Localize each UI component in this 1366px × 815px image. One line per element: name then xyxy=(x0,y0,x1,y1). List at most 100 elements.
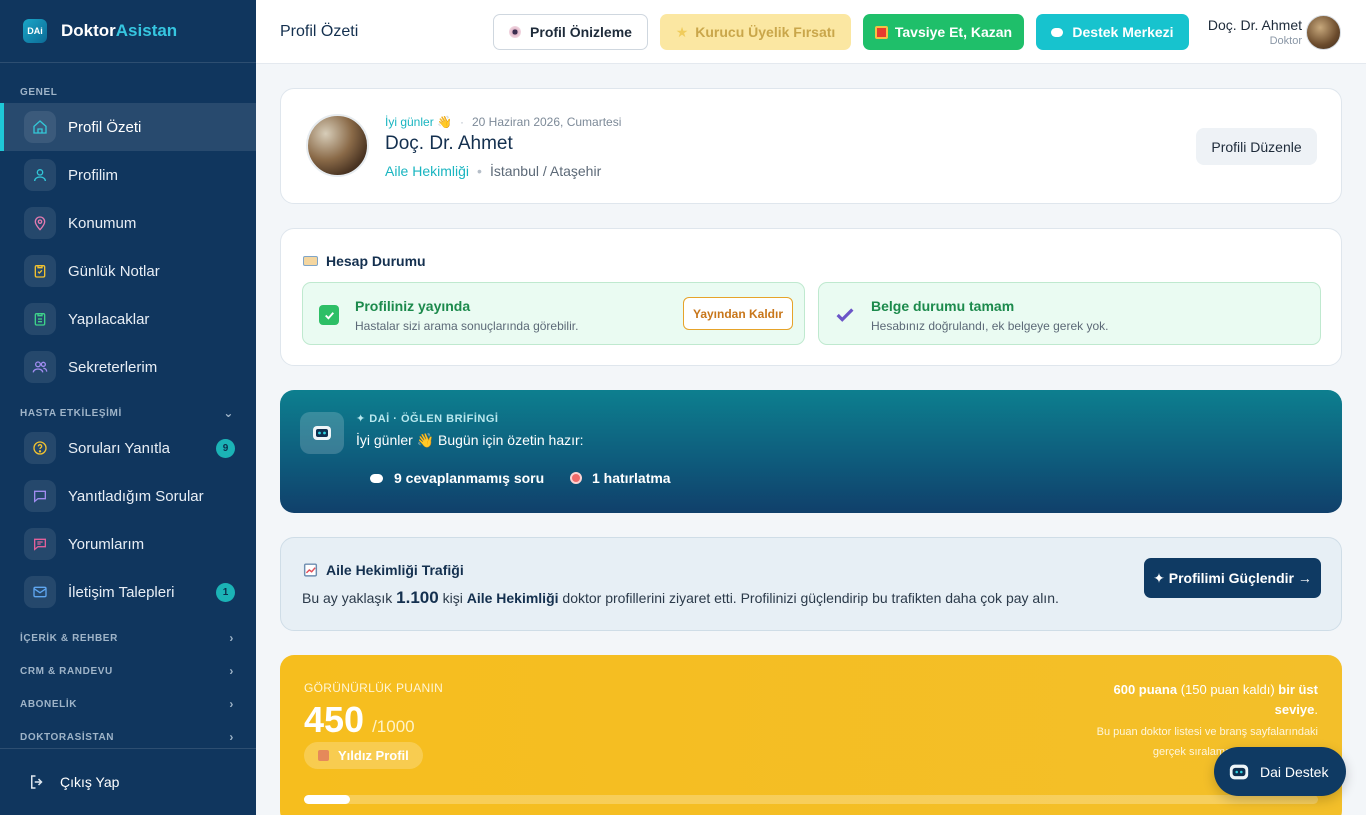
next-level-points: 600 puana xyxy=(1113,682,1178,697)
traffic-card: Aile Hekimliği Trafiği Bu ay yaklaşık 1.… xyxy=(280,537,1342,631)
clipboard-check-icon xyxy=(24,255,56,287)
sidebar-item-label: Profil Özeti xyxy=(68,118,142,136)
sidebar-item-label: Konumum xyxy=(68,214,137,232)
level-badge: Yıldız Profil xyxy=(304,742,423,769)
published-title: Profiliniz yayında xyxy=(355,298,471,314)
brand[interactable]: DAi DoktorAsistan xyxy=(0,0,256,63)
specialty: Aile Hekimliği xyxy=(385,163,470,179)
briefing-questions-stat[interactable]: 9 cevaplanmamış soru xyxy=(370,470,544,486)
date: 20 Haziran 2026, Cumartesi xyxy=(471,115,622,129)
avatar[interactable] xyxy=(1306,15,1341,50)
section-label: HASTA ETKİLEŞİMİ xyxy=(20,407,122,419)
documents-title: Belge durumu tamam xyxy=(871,298,1015,314)
robot-icon xyxy=(300,412,344,454)
score-label: GÖRÜNÜRLÜK PUANIN xyxy=(304,681,444,695)
score-progress-fill xyxy=(304,795,350,804)
strengthen-profile-button[interactable]: ✦ Profilimi Güçlendir → xyxy=(1144,558,1321,598)
account-status-title: Hesap Durumu xyxy=(326,253,426,269)
sidebar-item-yorumlarim[interactable]: Yorumlarım xyxy=(0,520,256,568)
brand-name-part1: Doktor xyxy=(61,21,116,40)
unread-count-badge: 9 xyxy=(216,438,235,458)
founder-membership-button[interactable]: ★ Kurucu Üyelik Fırsatı xyxy=(660,14,851,50)
logout-button[interactable]: Çıkış Yap xyxy=(0,748,256,815)
section-crm-randevu[interactable]: CRM & RANDEVU › xyxy=(0,664,256,678)
sidebar-item-sorulari-yanitla[interactable]: Soruları Yanıtla 9 xyxy=(0,424,256,472)
profile-card: İyi günler 👋 · 20 Haziran 2026, Cumartes… xyxy=(280,88,1342,204)
sidebar-item-yapilacaklar[interactable]: Yapılacaklar xyxy=(0,295,256,343)
next-level-text: 600 puana (150 puan kaldı) bir üst seviy… xyxy=(1113,682,1318,717)
brand-logo: DAi xyxy=(23,19,47,43)
section-hasta-etkilesimi[interactable]: HASTA ETKİLEŞİMİ ⌄ xyxy=(0,406,256,420)
account-status-header: Hesap Durumu xyxy=(303,253,426,269)
score-max: /1000 xyxy=(372,717,415,736)
topbar: Profil Özeti Profil Önizleme ★ Kurucu Üy… xyxy=(256,0,1366,64)
section-label: ABONELİK xyxy=(20,698,78,710)
mail-icon xyxy=(24,576,56,608)
score-progress-track xyxy=(304,795,1318,804)
doctor-name: Doç. Dr. Ahmet xyxy=(385,133,513,154)
stat-label: 9 cevaplanmamış soru xyxy=(394,470,545,486)
star-icon: ★ xyxy=(675,23,689,40)
score-value: 450 xyxy=(304,699,365,740)
location-pin-icon xyxy=(24,207,56,239)
chevron-right-icon: › xyxy=(229,664,234,678)
traffic-text-part: doktor profillerini ziyaret etti. Profil… xyxy=(558,590,1059,606)
section-icerik-rehber[interactable]: İÇERİK & REHBER › xyxy=(0,631,256,645)
sparkle-icon xyxy=(318,750,329,761)
button-label: Kurucu Üyelik Fırsatı xyxy=(695,24,836,40)
edit-profile-button[interactable]: Profili Düzenle xyxy=(1196,128,1317,165)
refer-earn-button[interactable]: Tavsiye Et, Kazan xyxy=(863,14,1024,50)
chevron-right-icon: › xyxy=(229,730,234,744)
sidebar-item-label: Profilim xyxy=(68,166,119,184)
profile-avatar xyxy=(306,114,369,177)
user-name: Doç. Dr. Ahmet xyxy=(1207,16,1302,33)
traffic-text-part: kişi xyxy=(438,590,467,606)
id-card-icon xyxy=(303,256,318,266)
profile-preview-button[interactable]: Profil Önizleme xyxy=(493,14,648,50)
sidebar-item-gunluk-notlar[interactable]: Günlük Notlar xyxy=(0,247,256,295)
sidebar-item-sekreterlerim[interactable]: Sekreterlerim xyxy=(0,343,256,391)
robot-icon xyxy=(1228,761,1250,783)
user-icon xyxy=(24,159,56,191)
unpublish-button[interactable]: Yayından Kaldır xyxy=(683,297,793,330)
sidebar-item-konumum[interactable]: Konumum xyxy=(0,199,256,247)
briefing-label: ✦ DAİ · ÖĞLEN BRİFİNGİ xyxy=(356,413,499,425)
sidebar-item-iletisim-talepleri[interactable]: İletişim Talepleri 1 xyxy=(0,568,256,616)
user-menu[interactable]: Doç. Dr. Ahmet Doktor xyxy=(1208,17,1302,47)
button-label: Destek Merkezi xyxy=(1072,24,1174,40)
sidebar-item-profilim[interactable]: Profilim xyxy=(0,151,256,199)
logout-icon xyxy=(28,773,46,791)
sidebar-item-label: Sekreterlerim xyxy=(68,358,158,376)
request-count-badge: 1 xyxy=(216,582,235,602)
sidebar-item-label: Yanıtladığım Sorular xyxy=(68,487,204,505)
support-center-button[interactable]: Destek Merkezi xyxy=(1036,14,1189,50)
published-desc: Hastalar sizi arama sonuçlarında görebil… xyxy=(355,319,579,333)
page-title: Profil Özeti xyxy=(280,22,359,40)
score-value-row: 450 /1000 xyxy=(304,699,415,741)
sidebar-item-label: İletişim Talepleri xyxy=(68,583,175,601)
section-label: İÇERİK & REHBER xyxy=(20,632,118,644)
sidebar-item-label: Yorumlarım xyxy=(68,535,145,553)
greeting: İyi günler 👋 xyxy=(385,115,452,129)
dai-support-button[interactable]: Dai Destek xyxy=(1214,747,1346,796)
button-label: Profil Önizleme xyxy=(530,24,632,40)
section-doktorasistan[interactable]: DOKTORASİSTAN › xyxy=(0,730,256,744)
location: İstanbul / Ataşehir xyxy=(489,163,602,179)
sidebar-item-yanitladigim-sorular[interactable]: Yanıtladığım Sorular xyxy=(0,472,256,520)
stat-label: 1 hatırlatma xyxy=(592,470,671,486)
logout-label: Çıkış Yap xyxy=(60,774,120,790)
sidebar-item-profil-ozeti[interactable]: Profil Özeti xyxy=(0,103,256,151)
check-square-icon xyxy=(319,305,339,325)
chart-up-icon xyxy=(303,563,318,577)
section-abonelik[interactable]: ABONELİK › xyxy=(0,697,256,711)
briefing-reminders-stat[interactable]: 1 hatırlatma xyxy=(570,470,671,486)
question-circle-icon xyxy=(24,432,56,464)
visibility-score-card: GÖRÜNÜRLÜK PUANIN 450 /1000 Yıldız Profi… xyxy=(280,655,1342,815)
briefing-text: İyi günler 👋 Bugün için özetin hazır: xyxy=(356,432,584,448)
briefing-card: ✦ DAİ · ÖĞLEN BRİFİNGİ İyi günler 👋 Bugü… xyxy=(280,390,1342,513)
traffic-text-part: Bu ay yaklaşık xyxy=(302,590,397,606)
gift-icon xyxy=(874,25,888,39)
section-label: DOKTORASİSTAN xyxy=(20,731,115,743)
chevron-down-icon: ⌄ xyxy=(223,406,234,420)
level-label: Yıldız Profil xyxy=(338,748,409,763)
